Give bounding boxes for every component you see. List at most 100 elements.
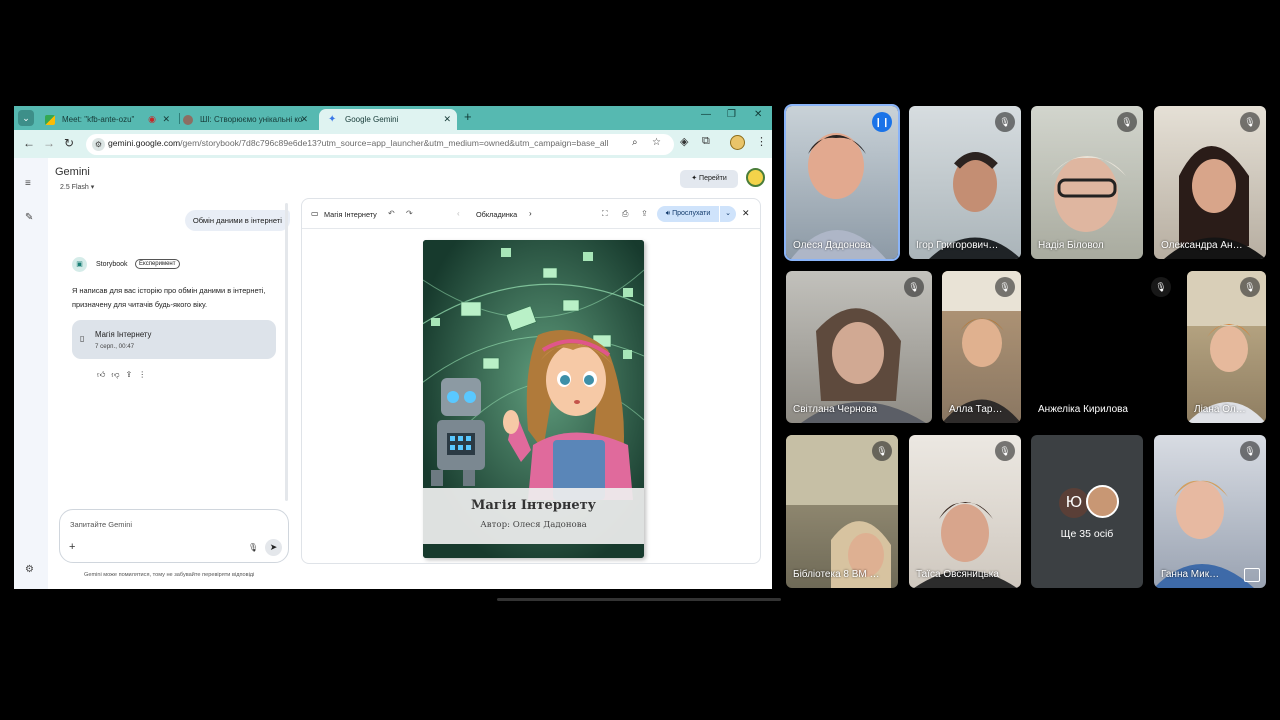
participant-tile[interactable]: 🎙︎ Таїса Овсяницька — [909, 435, 1021, 588]
close-tab-icon[interactable]: ✕ — [162, 109, 170, 130]
gemini-brand: Gemini — [55, 166, 90, 178]
share-icon[interactable]: ⇪ — [641, 209, 648, 218]
bookmark-star-icon[interactable]: ☆ — [652, 137, 661, 148]
muted-mic-icon: 🎙︎ — [1240, 112, 1260, 132]
forward-icon[interactable]: → — [43, 136, 55, 150]
participant-name: Ліана Ол… — [1194, 404, 1246, 415]
close-tab-icon[interactable]: ✕ — [443, 109, 451, 130]
redo-icon[interactable]: ↷ — [406, 209, 413, 218]
go-button[interactable]: ✦ Перейти — [680, 170, 738, 188]
tab-gemini[interactable]: ✦ Google Gemini ✕ — [319, 109, 457, 130]
thumbs-up-icon[interactable]: 👍︎ — [97, 370, 105, 379]
muted-mic-icon: 🎙︎ — [904, 277, 924, 297]
share-icon[interactable]: ⇪ — [126, 370, 133, 379]
participant-tile[interactable]: 🎙︎ Олександра Ан… — [1154, 106, 1266, 259]
participant-tile[interactable]: 🎙︎ Ігор Григорович… — [909, 106, 1021, 259]
browser-menu-icon[interactable]: ⋮ — [756, 135, 767, 148]
browser-window: ⌄ Meet: "kfb-ante-ozu" ◉ ✕ ШІ: Створюємо… — [14, 106, 772, 589]
muted-mic-icon: 🎙︎ — [1240, 441, 1260, 461]
participant-tile[interactable]: 🎙︎ Надія Біловол — [1031, 106, 1143, 259]
new-chat-icon[interactable]: ✎ — [25, 212, 33, 223]
left-rail: ≡ ✎ ⚙ — [14, 158, 48, 589]
extension-icon[interactable]: ◈ — [680, 135, 688, 148]
participant-tile[interactable]: 🎙︎ Бібліотека 8 ВМ … — [786, 435, 898, 588]
book-icon: ▭ — [311, 209, 319, 218]
profile-avatar[interactable] — [730, 135, 745, 150]
speaking-indicator-icon: ❙❙ — [872, 112, 892, 132]
tab-ai-course[interactable]: ШІ: Створюємо унікальні ко ✕ — [174, 109, 314, 130]
restore-icon[interactable]: ❐ — [727, 109, 736, 120]
prompt-placeholder: Запитайте Gemini — [70, 520, 133, 529]
settings-icon[interactable]: ⚙ — [25, 564, 34, 575]
book-cover[interactable]: Магія Інтернету Автор: Олеся Дадонова — [423, 240, 644, 558]
disclaimer: Gemini може помилятися, тому не забувайт… — [84, 572, 255, 578]
minimize-icon[interactable]: — — [701, 109, 711, 120]
microphone-icon[interactable]: 🎙︎ — [248, 543, 258, 552]
participant-name: Ігор Григорович… — [916, 240, 999, 251]
story-card-date: 7 серп., 00:47 — [95, 343, 135, 350]
participant-name: Анжеліка Кирилова — [1038, 404, 1128, 415]
next-page-icon[interactable]: › — [529, 209, 532, 218]
panel-resize-handle[interactable] — [285, 203, 288, 501]
experiment-badge: Експеримент — [135, 259, 180, 269]
book-title: Магія Інтернету — [470, 498, 597, 513]
gemini-favicon-icon: ✦ — [328, 114, 337, 125]
tab-label: Meet: "kfb-ante-ozu" — [62, 115, 135, 124]
participant-tile[interactable]: 🎙︎ Ліана Ол… — [1187, 271, 1266, 423]
muted-mic-icon: 🎙︎ — [995, 277, 1015, 297]
thumbs-down-icon[interactable]: 👎︎ — [111, 370, 119, 379]
muted-mic-icon: 🎙︎ — [872, 441, 892, 461]
story-card[interactable]: ▯ Магія Інтернету 7 серп., 00:47 — [72, 320, 276, 359]
zoom-search-icon[interactable]: ⌕ — [632, 137, 638, 148]
storybook-icon: ▣ — [72, 257, 87, 272]
tab-label: ШІ: Створюємо унікальні ко — [200, 115, 303, 124]
participant-tile[interactable]: ❙❙ Олеся Дадонова — [784, 104, 900, 261]
tab-label: Google Gemini — [345, 115, 399, 124]
new-tab-icon[interactable]: + — [464, 109, 472, 124]
reply-actions: 👍︎ 👎︎ ⇪ ⋮ — [97, 370, 152, 380]
screen-share-icon — [1244, 568, 1260, 582]
tab-search-icon[interactable]: ⌄ — [18, 110, 34, 126]
participant-tile[interactable]: 🎙︎ Алла Тар… — [942, 271, 1021, 423]
listen-dropdown-icon[interactable]: ⌄ — [720, 206, 736, 222]
add-attachment-icon[interactable]: + — [69, 541, 75, 553]
print-icon[interactable]: ⎙ — [622, 209, 628, 219]
model-reply: Я написав для вас історію про обмін дани… — [72, 286, 266, 309]
book-icon: ▯ — [80, 334, 85, 343]
prompt-input[interactable]: Запитайте Gemini + 🎙︎ ➤ — [59, 509, 289, 563]
screen: ⌄ Meet: "kfb-ante-ozu" ◉ ✕ ШІ: Створюємо… — [0, 0, 1280, 720]
muted-mic-icon: 🎙︎ — [1117, 112, 1137, 132]
reload-icon[interactable]: ↻ — [64, 136, 74, 150]
more-options-icon[interactable]: ⋮ — [138, 370, 146, 379]
reader-toolbar: ▭ Магія Інтернету ↶ ↷ ‹ Обкладинка › ⛶ ⎙… — [302, 199, 760, 229]
model-selector[interactable]: 2.5 Flash ▾ — [60, 183, 94, 191]
gem-name: Storybook — [96, 261, 128, 268]
extensions-puzzle-icon[interactable]: ⧉ — [702, 135, 710, 148]
close-window-icon[interactable]: ✕ — [754, 109, 762, 120]
undo-icon[interactable]: ↶ — [388, 209, 395, 218]
site-info-icon[interactable]: ⚙ — [92, 138, 105, 151]
user-avatar[interactable] — [746, 168, 765, 187]
browser-toolbar: ← → ↻ ⚙ gemini.google.com/gem/storybook/… — [14, 130, 772, 158]
participant-tile[interactable]: 🎙︎ Анжеліка Кирилова — [1031, 271, 1177, 423]
meet-bottom-bar — [497, 598, 781, 601]
previous-page-icon[interactable]: ‹ — [457, 209, 460, 218]
close-tab-icon[interactable]: ✕ — [300, 109, 308, 130]
participant-tile[interactable]: 🎙︎ Світлана Чернова — [786, 271, 932, 423]
close-reader-icon[interactable]: ✕ — [742, 208, 750, 219]
back-icon[interactable]: ← — [23, 136, 35, 150]
participant-name: Алла Тар… — [949, 404, 1003, 415]
user-message: Обмін даними в інтернеті — [184, 210, 290, 231]
address-bar[interactable]: ⚙ gemini.google.com/gem/storybook/7d8c79… — [86, 134, 674, 155]
fullscreen-icon[interactable]: ⛶ — [602, 209, 608, 219]
send-icon[interactable]: ➤ — [265, 539, 282, 556]
participant-tile[interactable]: 🎙︎ Ганна Мик… — [1154, 435, 1266, 588]
participant-name: Олеся Дадонова — [793, 240, 871, 251]
tab-strip: ⌄ Meet: "kfb-ante-ozu" ◉ ✕ ШІ: Створюємо… — [14, 106, 772, 130]
menu-icon[interactable]: ≡ — [25, 178, 31, 189]
cover-title-band — [423, 488, 644, 544]
more-participants-tile[interactable]: Ю Ще 35 осіб — [1031, 435, 1143, 588]
listen-button[interactable]: 🔊︎ Прослухати — [657, 206, 719, 222]
tab-meet[interactable]: Meet: "kfb-ante-ozu" ◉ ✕ — [36, 109, 176, 130]
url-text: gemini.google.com/gem/storybook/7d8c796c… — [108, 138, 609, 148]
